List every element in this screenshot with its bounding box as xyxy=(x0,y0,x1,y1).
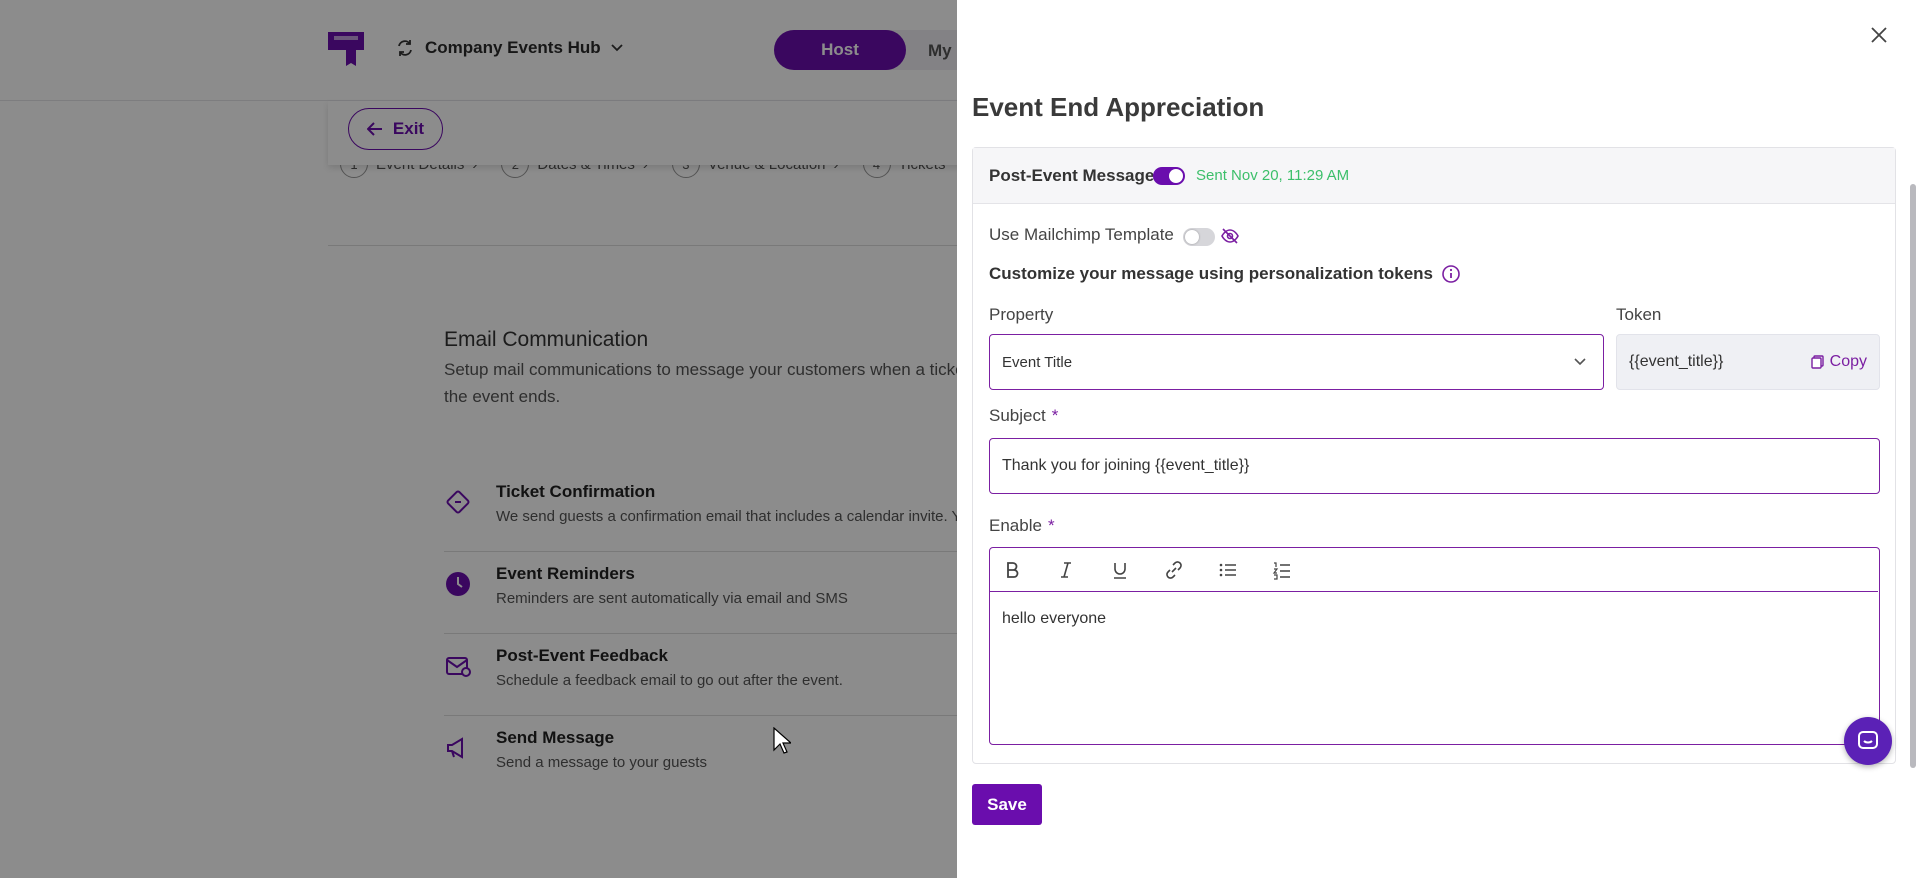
required-mark: * xyxy=(1051,406,1059,425)
close-icon[interactable] xyxy=(1869,25,1889,45)
required-mark: * xyxy=(1047,516,1055,535)
post-event-label: Post-Event Message xyxy=(989,166,1155,185)
property-select[interactable]: Event Title xyxy=(989,334,1604,390)
card-header: Post-Event Message Sent Nov 20, 11:29 AM xyxy=(973,148,1895,204)
copy-button[interactable]: Copy xyxy=(1810,353,1867,371)
eye-off-icon[interactable] xyxy=(1220,226,1240,246)
chat-widget-button[interactable] xyxy=(1844,717,1892,765)
save-button[interactable]: Save xyxy=(972,784,1042,825)
enable-label: Enable * xyxy=(989,516,1055,536)
link-icon[interactable] xyxy=(1164,560,1184,580)
drawer-title: Event End Appreciation xyxy=(972,92,1265,122)
chevron-down-icon xyxy=(1574,358,1586,366)
property-value: Event Title xyxy=(1002,354,1073,371)
numbered-list-icon[interactable] xyxy=(1272,560,1292,580)
editor-content: hello everyone xyxy=(1002,610,1107,627)
drawer-scrollbar[interactable] xyxy=(1910,184,1916,768)
chat-icon xyxy=(1858,731,1878,749)
mailchimp-toggle[interactable] xyxy=(1183,228,1215,246)
enable-label-text: Enable xyxy=(989,516,1042,535)
subject-label-text: Subject xyxy=(989,406,1046,425)
sent-status: Sent Nov 20, 11:29 AM xyxy=(1196,167,1350,184)
post-event-toggle[interactable] xyxy=(1153,167,1185,185)
modal-overlay[interactable] xyxy=(0,0,957,878)
token-label: Token xyxy=(1616,305,1662,324)
info-icon[interactable] xyxy=(1441,264,1461,284)
bold-icon[interactable] xyxy=(1002,560,1022,580)
subject-value: Thank you for joining {{event_title}} xyxy=(1002,457,1250,474)
subject-label: Subject * xyxy=(989,406,1058,426)
subject-input[interactable]: Thank you for joining {{event_title}} xyxy=(989,438,1880,494)
italic-icon[interactable] xyxy=(1056,560,1076,580)
mouse-cursor-icon xyxy=(773,727,791,754)
copy-label: Copy xyxy=(1829,353,1867,370)
underline-icon[interactable] xyxy=(1110,560,1130,580)
rich-text-editor[interactable]: hello everyone xyxy=(989,547,1880,745)
editor-toolbar xyxy=(990,548,1878,592)
customize-label: Customize your message using personaliza… xyxy=(989,264,1433,283)
customize-heading: Customize your message using personaliza… xyxy=(989,264,1461,284)
mailchimp-label: Use Mailchimp Template xyxy=(989,225,1174,244)
token-value: {{event_title}} xyxy=(1629,353,1724,370)
property-label: Property xyxy=(989,305,1054,324)
bullet-list-icon[interactable] xyxy=(1218,560,1238,580)
token-field: {{event_title}} Copy xyxy=(1616,334,1880,390)
message-card: Post-Event Message Sent Nov 20, 11:29 AM… xyxy=(972,147,1896,764)
copy-icon xyxy=(1810,355,1824,369)
